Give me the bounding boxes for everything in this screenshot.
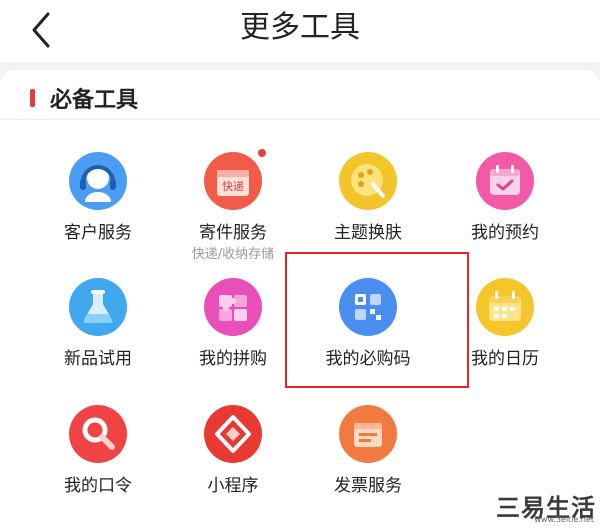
tool-label: 主题换肤 [334,223,402,243]
qr-code-icon [339,278,397,336]
invoice-icon [339,405,397,463]
headset-icon [69,152,127,210]
tool-label: 寄件服务 [199,223,267,243]
watermark-url: www.3eltie.net [534,515,594,524]
tool-label: 新品试用 [64,349,132,369]
tool-my-appointments[interactable]: 我的预约 [440,152,570,270]
calendar-icon [476,278,534,336]
express-box-icon: 快递 [204,152,262,210]
express-box-text: 快递 [222,179,244,193]
flask-icon [69,278,127,336]
tool-invoice-service[interactable]: 发票服务 [303,405,433,523]
tool-label: 我的必购码 [325,349,411,369]
tool-shipping-service[interactable]: 快递 寄件服务 快递/收纳存储 [168,149,298,270]
section-accent-bar [30,89,35,107]
notification-dot [258,149,266,157]
section-header: 必备工具 [0,70,600,120]
tool-label: 我的日历 [471,349,539,369]
tool-label: 我的口令 [64,476,132,496]
puzzle-icon [204,278,262,336]
page-title: 更多工具 [240,10,360,45]
mini-program-icon [204,405,262,463]
tool-my-calendar[interactable]: 我的日历 [440,278,570,396]
calendar-check-icon [476,152,534,210]
tool-my-group-buy[interactable]: 我的拼购 [168,278,298,396]
palette-icon [339,152,397,210]
tool-label: 小程序 [207,476,259,496]
magnifier-icon [69,405,127,463]
tool-my-must-buy-code[interactable]: 我的必购码 [303,278,433,396]
tool-new-product-trial[interactable]: 新品试用 [33,278,163,396]
top-bar: 更多工具 [0,0,600,62]
watermark: 三易生活 www.3eltie.net [492,488,596,526]
tool-label: 我的预约 [471,223,539,243]
tool-label: 发票服务 [334,476,402,496]
tool-label: 客户服务 [64,223,132,243]
tool-theme-skin[interactable]: 主题换肤 [303,152,433,270]
tool-my-passcode[interactable]: 我的口令 [33,405,163,523]
tool-customer-service[interactable]: 客户服务 [33,152,163,270]
tool-mini-program[interactable]: 小程序 [168,405,298,523]
tool-sublabel: 快递/收纳存储 [191,247,275,262]
tool-label: 我的拼购 [199,349,267,369]
section-title: 必备工具 [50,88,139,113]
